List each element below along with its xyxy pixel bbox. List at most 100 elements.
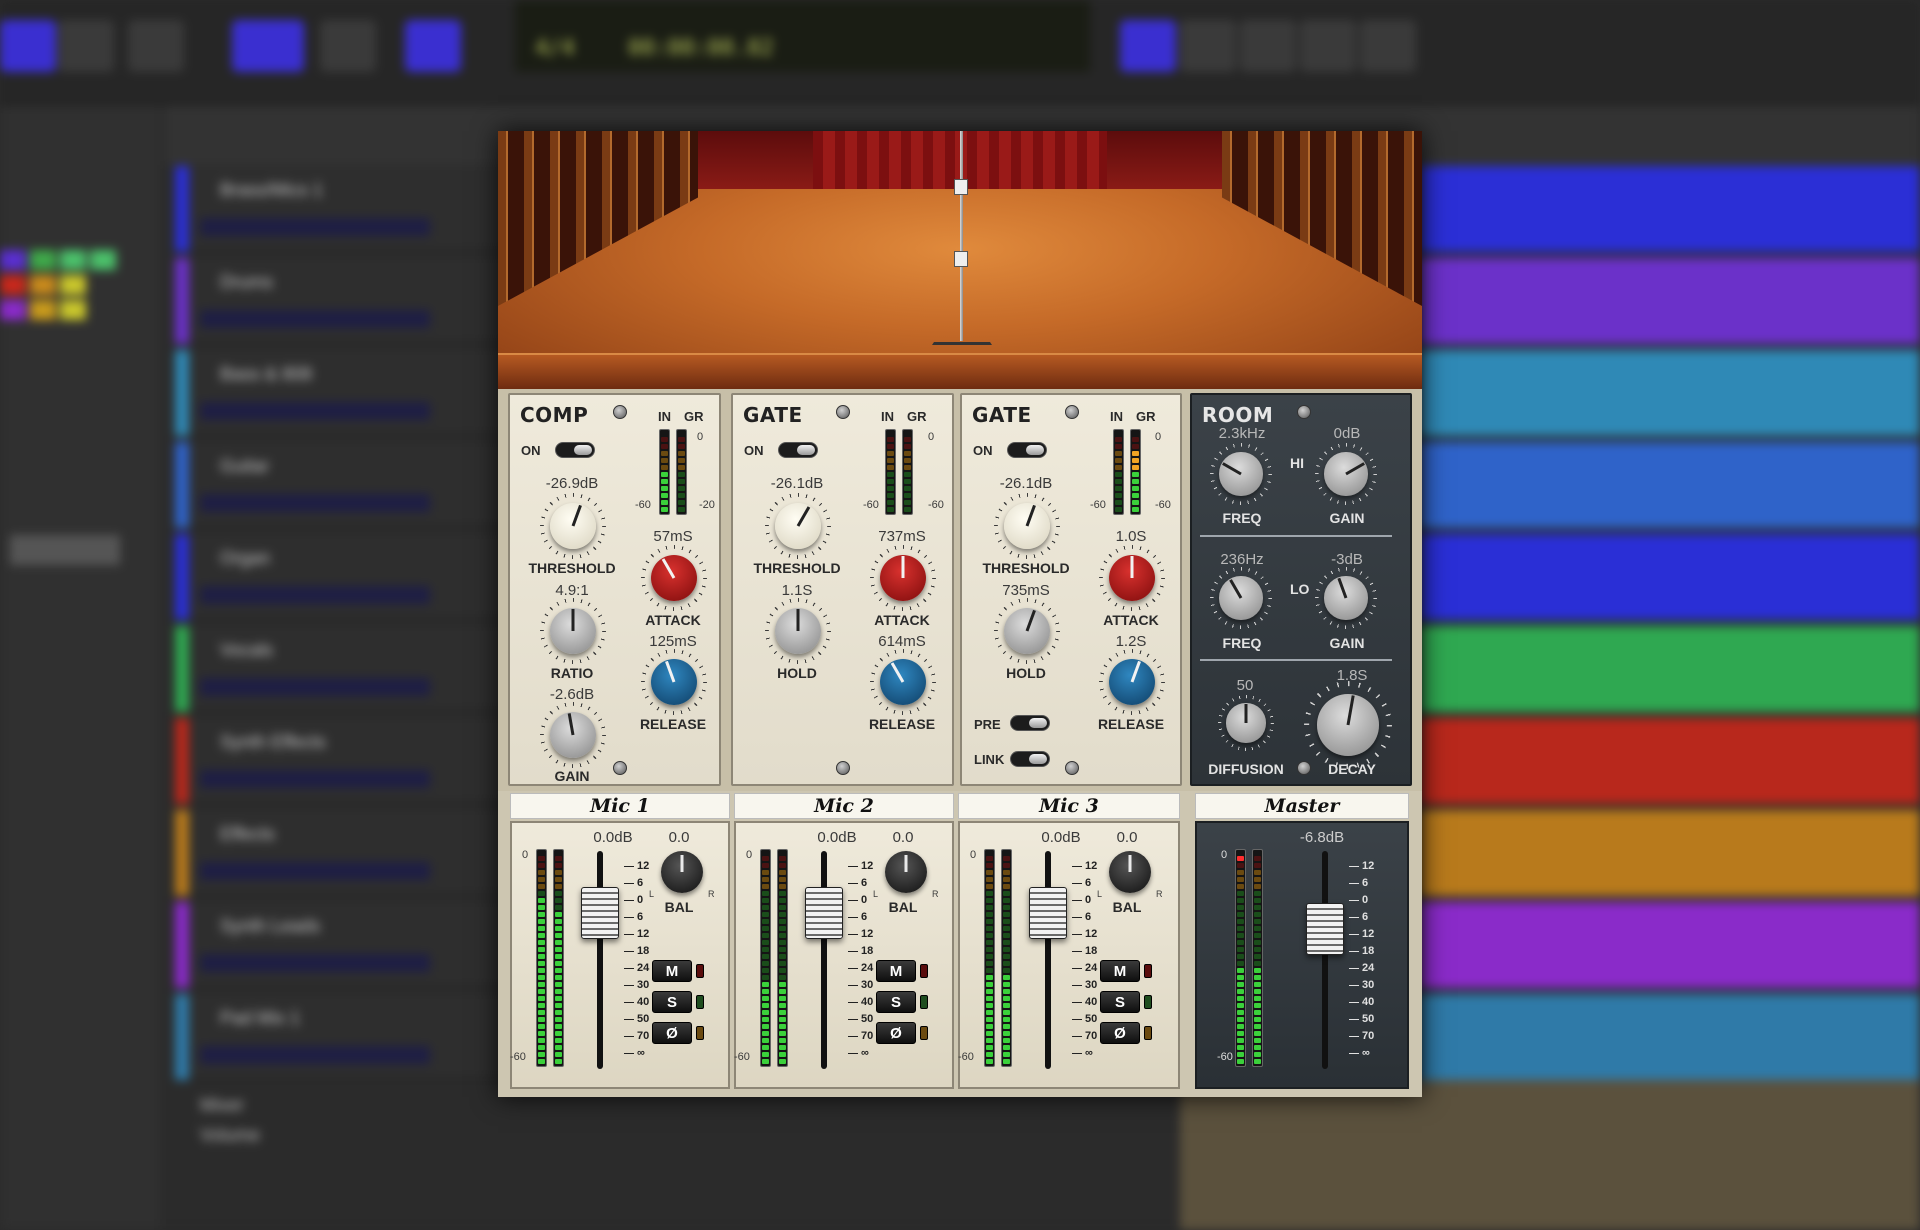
track-header[interactable]: Vocals — [175, 626, 505, 712]
metronome-button[interactable] — [128, 20, 184, 72]
track-volume-bar[interactable] — [200, 954, 430, 972]
channel-fader[interactable] — [805, 887, 843, 939]
track-region[interactable] — [1420, 166, 1920, 252]
comp-attack-knob[interactable] — [641, 545, 707, 611]
track-header[interactable]: Synth Effects — [175, 718, 505, 804]
solo-button[interactable]: S — [876, 991, 916, 1013]
count-in-button[interactable] — [405, 20, 461, 72]
color-swatch[interactable] — [0, 275, 26, 295]
track-header[interactable]: Brass/Mics 1 — [175, 166, 505, 252]
master-fader-track[interactable] — [1322, 851, 1328, 1069]
mute-button[interactable]: M — [1100, 960, 1140, 982]
fader-track[interactable] — [597, 851, 603, 1069]
mic-2-icon[interactable] — [954, 251, 968, 267]
pencil-tool-button[interactable] — [1180, 20, 1236, 72]
color-swatch[interactable] — [30, 250, 56, 270]
track-volume-bar[interactable] — [200, 586, 430, 604]
track-volume-bar[interactable] — [200, 678, 430, 696]
color-swatch[interactable] — [30, 275, 56, 295]
color-swatch[interactable] — [0, 250, 26, 270]
gate-2-on-toggle[interactable] — [1007, 442, 1047, 458]
fader-track[interactable] — [1045, 851, 1051, 1069]
track-volume-bar[interactable] — [200, 862, 430, 880]
track-region[interactable] — [1420, 718, 1920, 804]
phase-button[interactable]: Ø — [652, 1022, 692, 1044]
zoom-tool-button[interactable] — [1360, 20, 1416, 72]
room-decay-knob[interactable] — [1304, 681, 1392, 769]
track-volume-bar[interactable] — [200, 310, 430, 328]
track-region[interactable] — [1420, 534, 1920, 620]
track-volume-bar[interactable] — [200, 402, 430, 420]
master-fader[interactable] — [1306, 903, 1344, 955]
room-hi-gain-knob[interactable] — [1315, 443, 1377, 505]
solo-button[interactable]: S — [1100, 991, 1140, 1013]
bal-knob[interactable] — [1105, 847, 1155, 897]
track-region[interactable] — [1420, 994, 1920, 1080]
mute-button[interactable]: M — [876, 960, 916, 982]
record-button[interactable] — [0, 20, 56, 72]
room-lo-freq-label: FREQ — [1222, 635, 1262, 651]
fader-track[interactable] — [821, 851, 827, 1069]
color-swatch[interactable] — [60, 275, 86, 295]
color-swatch[interactable] — [90, 250, 116, 270]
room-hi-freq-knob[interactable] — [1210, 443, 1272, 505]
track-volume-bar[interactable] — [200, 494, 430, 512]
track-region[interactable] — [1420, 350, 1920, 436]
scissors-tool-button[interactable] — [1240, 20, 1296, 72]
track-header[interactable]: Bass & 808 — [175, 350, 505, 436]
tuner-button[interactable] — [320, 20, 376, 72]
comp-on-toggle[interactable] — [555, 442, 595, 458]
comp-release-knob[interactable] — [641, 649, 707, 715]
gate-2-hold-knob[interactable] — [994, 598, 1060, 664]
channel-fader[interactable] — [581, 887, 619, 939]
color-swatch[interactable] — [0, 300, 26, 320]
mode-button[interactable] — [232, 20, 304, 72]
track-header[interactable]: Drums — [175, 258, 505, 344]
track-header[interactable]: Pad Mix 1 — [175, 994, 505, 1080]
solo-button[interactable]: S — [652, 991, 692, 1013]
mute-button[interactable]: M — [652, 960, 692, 982]
track-header[interactable]: Organ — [175, 534, 505, 620]
comp-ratio-knob[interactable] — [540, 598, 606, 664]
room-diffusion-knob[interactable] — [1218, 695, 1274, 751]
gate-1-threshold-knob[interactable] — [765, 493, 831, 559]
gate-2-threshold-knob[interactable] — [994, 493, 1060, 559]
track-header[interactable]: Guitar — [175, 442, 505, 528]
inspector-row[interactable] — [10, 535, 120, 565]
mic-stand-icon[interactable] — [960, 131, 963, 341]
gate-1-hold-knob[interactable] — [765, 598, 831, 664]
gate-1-on-toggle[interactable] — [778, 442, 818, 458]
track-region[interactable] — [1420, 810, 1920, 896]
gate-2-pre-toggle[interactable] — [1010, 715, 1050, 731]
bal-knob[interactable] — [881, 847, 931, 897]
phase-button[interactable]: Ø — [876, 1022, 916, 1044]
color-swatch[interactable] — [60, 300, 86, 320]
edit-tool-button[interactable] — [1120, 20, 1176, 72]
comp-gain-knob[interactable] — [540, 702, 606, 768]
cycle-button[interactable] — [58, 20, 114, 72]
phase-button[interactable]: Ø — [1100, 1022, 1140, 1044]
track-region[interactable] — [1420, 258, 1920, 344]
color-swatch[interactable] — [60, 250, 86, 270]
track-region[interactable] — [1420, 902, 1920, 988]
comp-threshold-knob[interactable] — [540, 493, 606, 559]
track-volume-bar[interactable] — [200, 770, 430, 788]
track-volume-bar[interactable] — [200, 1046, 430, 1064]
gate-2-link-toggle[interactable] — [1010, 751, 1050, 767]
gate-2-release-knob[interactable] — [1099, 649, 1165, 715]
track-region[interactable] — [1420, 626, 1920, 712]
glue-tool-button[interactable] — [1300, 20, 1356, 72]
gate-1-release-knob[interactable] — [870, 649, 936, 715]
channel-fader[interactable] — [1029, 887, 1067, 939]
track-header[interactable]: Synth Leads — [175, 902, 505, 988]
gate-1-attack-knob[interactable] — [870, 545, 936, 611]
bal-knob[interactable] — [657, 847, 707, 897]
track-region[interactable] — [1420, 442, 1920, 528]
track-volume-bar[interactable] — [200, 218, 430, 236]
track-header[interactable]: Effects — [175, 810, 505, 896]
color-swatch[interactable] — [30, 300, 56, 320]
gate-2-attack-knob[interactable] — [1099, 545, 1165, 611]
room-lo-gain-knob[interactable] — [1315, 567, 1377, 629]
room-lo-freq-knob[interactable] — [1210, 567, 1272, 629]
mic-1-icon[interactable] — [954, 179, 968, 195]
